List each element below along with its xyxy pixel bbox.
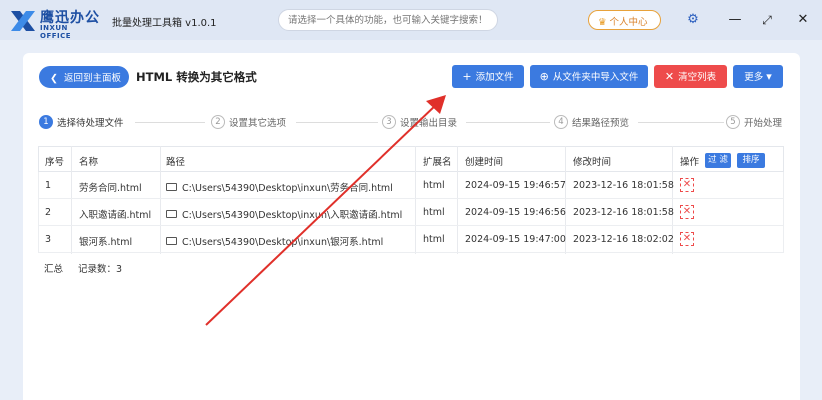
step-number: 3 xyxy=(382,115,396,129)
logo-subtext: INXUN OFFICE xyxy=(40,24,72,40)
table-row[interactable]: 3 银河系.html C:\Users\54390\Desktop\inxun\… xyxy=(38,226,784,253)
chevron-left-icon: ❮ xyxy=(50,73,58,84)
add-file-button[interactable]: + 添加文件 xyxy=(452,65,524,88)
step-number: 1 xyxy=(39,115,53,129)
import-folder-button[interactable]: ⊕ 从文件夹中导入文件 xyxy=(530,65,648,88)
step-number: 5 xyxy=(726,115,740,129)
app-logo: 鹰迅办公 INXUN OFFICE xyxy=(10,7,100,40)
step-label: 开始处理 xyxy=(744,118,783,129)
col-created-header: 创建时间 xyxy=(465,157,504,168)
folder-add-icon: ⊕ xyxy=(539,70,549,83)
step-connector xyxy=(466,122,550,123)
delete-icon[interactable]: ✕ xyxy=(680,232,694,246)
add-file-label: 添加文件 xyxy=(475,72,514,83)
col-index-header: 序号 xyxy=(45,157,65,168)
row-name: 入职邀请函.html xyxy=(79,210,152,221)
row-name: 银河系.html xyxy=(79,237,133,248)
minimize-icon[interactable]: — xyxy=(725,10,745,30)
step-number: 4 xyxy=(554,115,568,129)
row-modified: 2023-12-16 18:01:58 xyxy=(573,180,674,191)
col-name-header: 名称 xyxy=(79,157,99,168)
step-label: 设置其它选项 xyxy=(229,118,287,129)
row-ext: html xyxy=(423,180,445,191)
more-label: 更多 xyxy=(744,72,764,83)
row-name: 劳务合同.html xyxy=(79,183,142,194)
row-path: C:\Users\54390\Desktop\inxun\劳务合同.html xyxy=(182,183,393,194)
step-5: 5 开始处理 xyxy=(726,115,782,129)
clear-list-label: 清空列表 xyxy=(678,72,717,83)
personal-center-label: 个人中心 xyxy=(609,17,648,28)
col-ext-header: 扩展名 xyxy=(423,157,452,168)
title-bar: 鹰迅办公 INXUN OFFICE 批量处理工具箱 v1.0.1 ♛个人中心 ⚙… xyxy=(0,0,822,40)
personal-center-button[interactable]: ♛ 个人中心 xyxy=(588,10,661,30)
search-input[interactable] xyxy=(278,9,498,31)
step-label: 结果路径预览 xyxy=(572,118,630,129)
logo-mark-icon xyxy=(11,11,35,31)
maximize-icon[interactable]: ⤢ xyxy=(757,10,777,30)
row-created: 2024-09-15 19:46:57 xyxy=(465,180,566,191)
row-ext: html xyxy=(423,234,445,245)
delete-icon[interactable]: ✕ xyxy=(680,178,694,192)
step-2: 2 设置其它选项 xyxy=(211,115,286,129)
back-label: 返回到主面板 xyxy=(64,73,122,84)
step-label: 选择待处理文件 xyxy=(57,118,124,129)
row-index: 2 xyxy=(45,207,52,218)
crown-icon: ♛ xyxy=(598,17,607,28)
step-4: 4 结果路径预览 xyxy=(554,115,629,129)
sort-button[interactable]: 排序 xyxy=(737,153,765,168)
step-connector xyxy=(296,122,378,123)
step-3: 3 设置输出目录 xyxy=(382,115,457,129)
col-path-header: 路径 xyxy=(166,157,186,168)
clear-list-button[interactable]: ✕ 清空列表 xyxy=(654,65,727,88)
summary-row: 汇总 记录数：3 xyxy=(38,253,784,280)
close-icon[interactable]: ✕ xyxy=(793,10,813,30)
row-path: C:\Users\54390\Desktop\inxun\银河系.html xyxy=(182,237,384,248)
row-created: 2024-09-15 19:47:00 xyxy=(465,234,566,245)
folder-icon[interactable] xyxy=(166,210,177,218)
table-row[interactable]: 1 劳务合同.html C:\Users\54390\Desktop\inxun… xyxy=(38,172,784,199)
plus-icon: + xyxy=(462,70,472,83)
col-ops-header: 操作 xyxy=(680,157,700,168)
import-folder-label: 从文件夹中导入文件 xyxy=(552,72,639,83)
step-1: 1 选择待处理文件 xyxy=(39,115,124,129)
more-button[interactable]: 更多 ▾ xyxy=(733,65,783,88)
row-modified: 2023-12-16 18:02:02 xyxy=(573,234,674,245)
gear-icon[interactable]: ⚙ xyxy=(683,10,703,30)
row-created: 2024-09-15 19:46:56 xyxy=(465,207,566,218)
chevron-down-icon: ▾ xyxy=(766,70,772,83)
step-connector xyxy=(638,122,724,123)
row-ext: html xyxy=(423,207,445,218)
back-to-main-button[interactable]: ❮ 返回到主面板 xyxy=(39,66,129,88)
folder-icon[interactable] xyxy=(166,183,177,191)
summary-label: 汇总 xyxy=(44,264,64,275)
step-number: 2 xyxy=(211,115,225,129)
page-title: HTML 转换为其它格式 xyxy=(136,70,257,84)
folder-icon[interactable] xyxy=(166,237,177,245)
row-index: 3 xyxy=(45,234,52,245)
app-title: 批量处理工具箱 v1.0.1 xyxy=(112,18,217,29)
row-modified: 2023-12-16 18:01:58 xyxy=(573,207,674,218)
delete-icon[interactable]: ✕ xyxy=(680,205,694,219)
table-row[interactable]: 2 入职邀请函.html C:\Users\54390\Desktop\inxu… xyxy=(38,199,784,226)
step-label: 设置输出目录 xyxy=(400,118,458,129)
main-panel: ❮ 返回到主面板 HTML 转换为其它格式 + 添加文件 ⊕ 从文件夹中导入文件 ✕… xyxy=(23,53,800,400)
col-modified-header: 修改时间 xyxy=(573,157,612,168)
row-index: 1 xyxy=(45,180,52,191)
step-connector xyxy=(135,122,205,123)
clear-icon: ✕ xyxy=(664,70,675,83)
filter-button[interactable]: 过 滤 xyxy=(705,153,731,168)
row-path: C:\Users\54390\Desktop\inxun\入职邀请函.html xyxy=(182,210,403,221)
record-count: 记录数：3 xyxy=(78,264,123,275)
